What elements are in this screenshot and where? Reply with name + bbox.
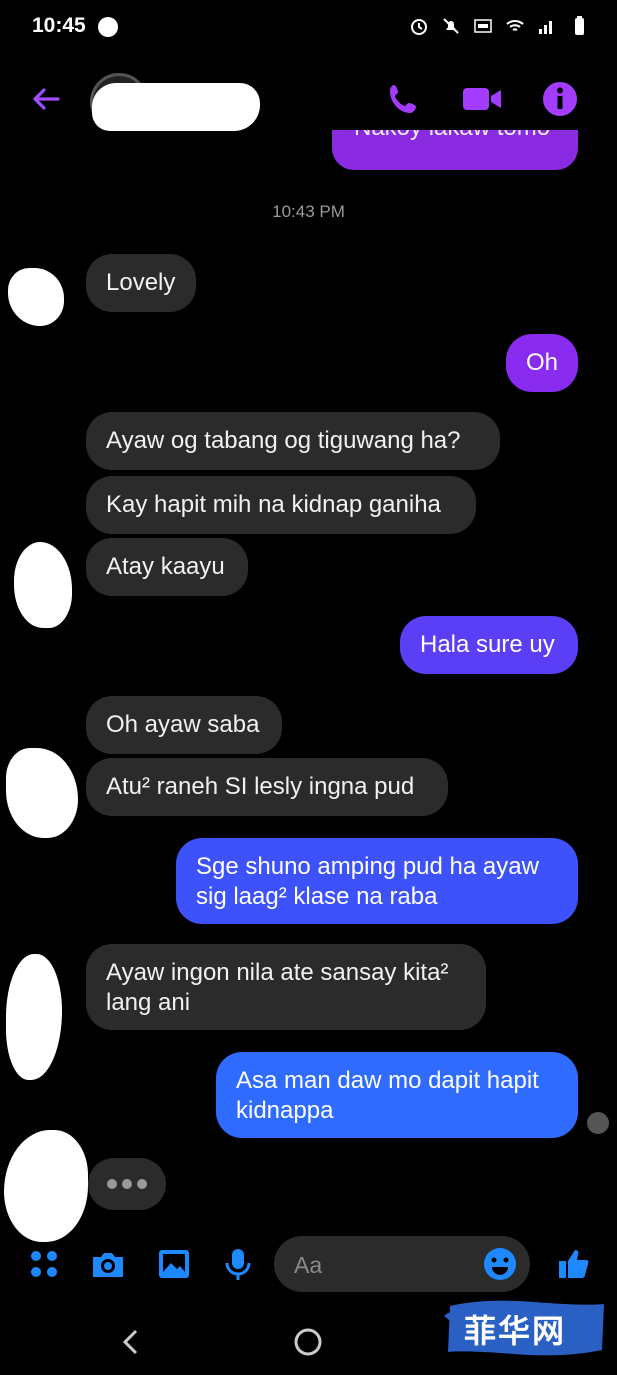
avatar-redaction: [4, 1130, 88, 1242]
wifi-icon: [506, 20, 524, 31]
seen-avatar: [587, 1112, 609, 1134]
incoming-message[interactable]: Lovely: [86, 254, 196, 312]
mute-icon: [443, 18, 459, 34]
info-icon[interactable]: [540, 79, 580, 119]
signal-icon: [539, 21, 552, 34]
typing-dot: [137, 1179, 147, 1189]
incoming-message[interactable]: Ayaw ingon nila ate sansay kita² lang an…: [86, 944, 486, 1030]
battery-icon: [575, 16, 584, 35]
alarm-icon: [411, 19, 427, 35]
status-bar: 10:45: [0, 0, 617, 55]
volte-icon: [474, 19, 492, 33]
watermark-logo: 菲华网: [444, 1296, 608, 1362]
message-input-box[interactable]: [274, 1236, 530, 1294]
avatar-redaction: [6, 954, 62, 1080]
menu-grid-icon[interactable]: [26, 1246, 62, 1282]
phone-call-icon[interactable]: [384, 79, 424, 119]
incoming-message[interactable]: Oh ayaw saba: [86, 696, 282, 754]
back-arrow-icon[interactable]: [28, 81, 64, 117]
avatar-redaction: [8, 268, 64, 326]
thumbs-up-icon[interactable]: [556, 1246, 592, 1282]
watermark-text: 菲华网: [464, 1312, 567, 1350]
incoming-message[interactable]: Atu² raneh SI lesly ingna pud: [86, 758, 448, 816]
incoming-message[interactable]: Atay kaayu: [86, 538, 248, 596]
partial-outgoing-bubble[interactable]: Nakoy lakaw tomo: [332, 130, 578, 170]
outgoing-message[interactable]: Hala sure uy: [400, 616, 578, 674]
message-timestamp: 10:43 PM: [272, 202, 345, 221]
contact-name-redaction: [92, 83, 260, 131]
outgoing-message[interactable]: Asa man daw mo dapit hapit kidnappa: [216, 1052, 578, 1138]
typing-dot: [122, 1179, 132, 1189]
gallery-icon[interactable]: [156, 1246, 192, 1282]
avatar-redaction: [6, 748, 78, 838]
status-icons: [409, 16, 589, 36]
incoming-message[interactable]: Ayaw og tabang og tiguwang ha?: [86, 412, 500, 470]
nav-home-icon[interactable]: [290, 1324, 326, 1360]
avatar-redaction: [14, 542, 72, 628]
message-composer: [0, 1232, 617, 1300]
outgoing-message[interactable]: Sge shuno amping pud ha ayaw sig laag² k…: [176, 838, 578, 924]
outgoing-message[interactable]: Oh: [506, 334, 578, 392]
message-list[interactable]: Nakoy lakaw tomo 10:43 PM Lovely Oh Ayaw…: [0, 130, 617, 1242]
microphone-icon[interactable]: [220, 1246, 256, 1282]
messenger-notification-icon: [98, 17, 118, 37]
typing-indicator: [88, 1158, 166, 1210]
emoji-icon[interactable]: [482, 1246, 518, 1282]
nav-back-icon[interactable]: [114, 1324, 150, 1360]
status-time: 10:45: [32, 14, 86, 37]
incoming-message[interactable]: Kay hapit mih na kidnap ganiha: [86, 476, 476, 534]
video-call-icon[interactable]: [460, 79, 504, 119]
message-input[interactable]: [292, 1236, 486, 1294]
typing-dot: [107, 1179, 117, 1189]
camera-icon[interactable]: [90, 1246, 126, 1282]
partial-message-text: Nakoy lakaw tomo: [354, 130, 550, 142]
